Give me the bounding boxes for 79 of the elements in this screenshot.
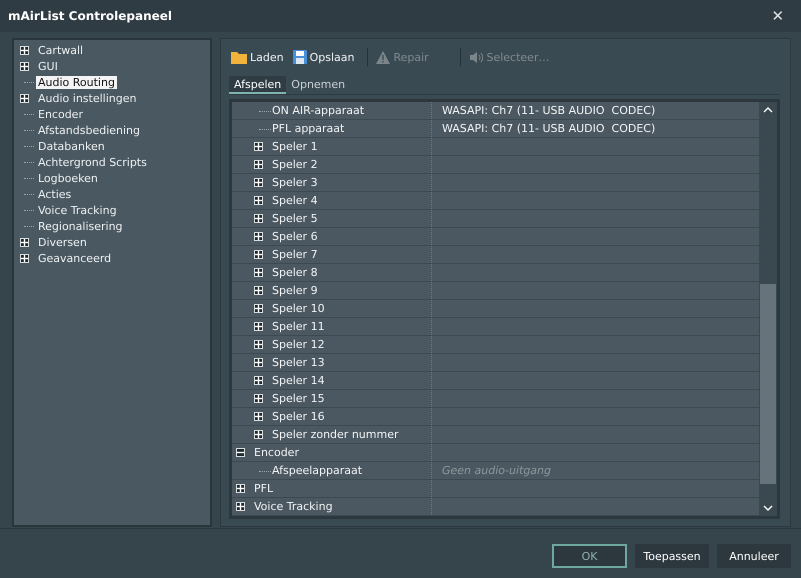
property-name: Speler 15 [272, 392, 325, 405]
expand-icon[interactable] [254, 358, 263, 367]
tab[interactable]: Afspelen [229, 76, 286, 94]
property-name: Speler 16 [272, 410, 325, 423]
property-value[interactable]: WASAPI: Ch7 (11- USB AUDIO CODEC) [432, 120, 656, 137]
property-name: Speler 5 [272, 212, 318, 225]
property-name: ON AIR-apparaat [272, 104, 364, 117]
tree-item[interactable]: Acties [36, 188, 74, 200]
scroll-thumb[interactable] [760, 284, 776, 484]
save-icon [292, 50, 307, 64]
toolbar-button[interactable]: Opslaan [290, 46, 362, 68]
property-value[interactable]: WASAPI: Ch7 (11- USB AUDIO CODEC) [432, 102, 656, 119]
property-name: Speler 12 [272, 338, 325, 351]
expand-icon[interactable] [254, 340, 263, 349]
expand-icon[interactable] [20, 94, 29, 102]
expand-icon[interactable] [254, 304, 263, 313]
expand-icon[interactable] [236, 502, 245, 511]
expand-icon[interactable] [254, 322, 263, 331]
tree-item[interactable]: Encoder [36, 108, 85, 120]
property-name: Speler 10 [272, 302, 325, 315]
property-name: Speler 6 [272, 230, 318, 243]
expand-icon[interactable] [254, 268, 263, 277]
expand-icon[interactable] [254, 178, 263, 187]
expand-icon[interactable] [20, 238, 29, 246]
dialog-button[interactable]: OK [552, 544, 627, 568]
property-name: Afspeelapparaat [272, 464, 362, 477]
tree-item[interactable]: Audio instellingen [36, 92, 138, 104]
expand-icon[interactable] [254, 232, 263, 241]
property-name: Speler zonder nummer [272, 428, 398, 441]
expand-icon[interactable] [20, 254, 29, 262]
collapse-icon[interactable] [236, 448, 245, 457]
property-name: Encoder [254, 446, 299, 459]
tree-item[interactable]: Geavanceerd [36, 252, 114, 264]
tree-item[interactable]: Cartwall [36, 44, 86, 56]
property-name: Speler 3 [272, 176, 318, 189]
property-name: Speler 14 [272, 374, 325, 387]
expand-icon[interactable] [254, 160, 263, 169]
expand-icon[interactable] [254, 394, 263, 403]
property-name: Voice Tracking [254, 500, 333, 513]
expand-icon[interactable] [254, 412, 263, 421]
expand-icon[interactable] [236, 484, 245, 493]
speaker-icon [469, 50, 484, 64]
tree-item[interactable]: Voice Tracking [36, 204, 119, 216]
expand-icon[interactable] [254, 250, 263, 259]
expand-icon[interactable] [254, 430, 263, 439]
tree-item[interactable]: GUI [36, 60, 60, 72]
property-name: Speler 8 [272, 266, 318, 279]
scrollbar[interactable] [759, 102, 777, 516]
warning-icon [376, 50, 390, 64]
expand-icon[interactable] [254, 286, 263, 295]
tree-item[interactable]: Databanken [36, 140, 107, 152]
tab[interactable]: Opnemen [286, 76, 350, 94]
tree-item[interactable]: Achtergrond Scripts [36, 156, 149, 168]
expand-icon[interactable] [20, 46, 29, 54]
folder-icon [231, 50, 247, 64]
property-name: Speler 11 [272, 320, 325, 333]
dialog-button[interactable]: Annuleer [717, 544, 791, 568]
expand-icon[interactable] [254, 376, 263, 385]
tree-item[interactable]: Diversen [36, 236, 89, 248]
property-name: PFL [254, 482, 274, 495]
tree-item[interactable]: Logboeken [36, 172, 100, 184]
dialog-button[interactable]: Toepassen [635, 544, 709, 568]
property-name: Speler 1 [272, 140, 318, 153]
toolbar-button[interactable]: Laden [229, 46, 291, 68]
property-name: Speler 9 [272, 284, 318, 297]
property-name: Speler 4 [272, 194, 318, 207]
property-name: Speler 7 [272, 248, 318, 261]
window-title: mAirList Controlepaneel [8, 9, 172, 23]
tree-item[interactable]: Audio Routing [36, 76, 117, 88]
close-button[interactable]: ✕ [763, 2, 793, 30]
expand-icon[interactable] [254, 196, 263, 205]
tree-item[interactable]: Afstandsbediening [36, 124, 142, 136]
property-name: Speler 13 [272, 356, 325, 369]
property-name: Speler 2 [272, 158, 318, 171]
property-name: PFL apparaat [272, 122, 344, 135]
tree-item[interactable]: Regionalisering [36, 220, 125, 232]
expand-icon[interactable] [254, 214, 263, 223]
expand-icon[interactable] [254, 142, 263, 151]
expand-icon[interactable] [20, 62, 29, 70]
